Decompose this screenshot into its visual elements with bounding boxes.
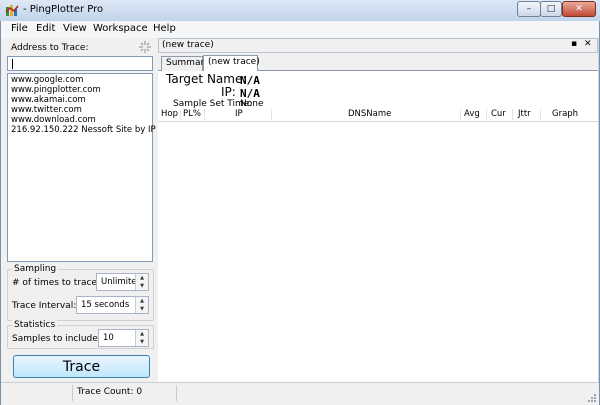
spark-icon[interactable] xyxy=(139,41,151,53)
spin-down-arrow-icon[interactable]: ▼ xyxy=(136,338,148,346)
menu-edit[interactable]: Edit xyxy=(36,23,55,34)
column-dnsname[interactable]: DNSName xyxy=(348,109,391,121)
maximize-icon: □ xyxy=(546,4,556,14)
spin-down-arrow-icon[interactable]: ▼ xyxy=(136,305,148,313)
column-jttr[interactable]: Jttr xyxy=(518,109,531,121)
minimize-icon: – xyxy=(526,4,532,14)
stepper-buttons: ▲ ▼ xyxy=(135,274,148,290)
column-divider[interactable] xyxy=(512,109,513,120)
document-title: (new trace) xyxy=(162,40,214,50)
pin-icon[interactable]: ▪ xyxy=(571,39,577,49)
spin-up-arrow-icon[interactable]: ▲ xyxy=(136,274,148,282)
sample-set-time-value: None xyxy=(240,99,264,109)
title-bar[interactable]: - PingPlotter Pro – □ ✕ xyxy=(0,0,600,21)
sampling-title: Sampling xyxy=(12,264,59,274)
address-input[interactable] xyxy=(7,56,153,71)
samples-value: 10 xyxy=(103,333,114,343)
stepper-buttons: ▲ ▼ xyxy=(135,330,148,346)
times-to-trace-stepper[interactable]: Unlimited ▲ ▼ xyxy=(96,273,149,291)
window-title: - PingPlotter Pro xyxy=(23,4,104,15)
column-avg[interactable]: Avg xyxy=(464,109,480,121)
trace-interval-value: 15 seconds xyxy=(81,300,130,310)
close-icon: ✕ xyxy=(575,4,583,14)
menu-bar: File Edit View Workspace Help xyxy=(1,21,599,39)
address-history-list[interactable]: www.google.com www.pingplotter.com www.a… xyxy=(7,73,156,262)
column-divider[interactable] xyxy=(204,109,205,120)
minimize-button[interactable]: – xyxy=(517,1,541,17)
samples-stepper[interactable]: 10 ▲ ▼ xyxy=(98,329,149,347)
trace-interval-label: Trace Interval: xyxy=(12,301,77,311)
spin-up-arrow-icon[interactable]: ▲ xyxy=(136,330,148,338)
column-divider[interactable] xyxy=(460,109,461,120)
tab-new-trace[interactable]: (new trace) xyxy=(203,55,260,71)
stepper-buttons: ▲ ▼ xyxy=(135,297,148,313)
menu-workspace[interactable]: Workspace xyxy=(93,23,148,34)
address-label: Address to Trace: xyxy=(11,43,89,53)
trace-button[interactable]: Trace xyxy=(13,355,150,378)
column-cur[interactable]: Cur xyxy=(491,109,506,121)
trace-count: Trace Count: 0 xyxy=(77,387,143,397)
text-caret xyxy=(12,59,13,69)
column-ip[interactable]: IP xyxy=(235,109,243,121)
spin-down-arrow-icon[interactable]: ▼ xyxy=(136,282,148,290)
menu-view[interactable]: View xyxy=(63,23,87,34)
list-item[interactable]: www.google.com xyxy=(11,75,83,85)
status-divider xyxy=(72,385,73,401)
list-item[interactable]: www.akamai.com xyxy=(11,95,86,105)
ip-label: IP: xyxy=(221,85,236,99)
close-icon[interactable]: ✕ xyxy=(584,39,592,49)
menu-file[interactable]: File xyxy=(11,23,28,34)
document-header: (new trace) ▪ ✕ xyxy=(158,38,598,53)
trace-interval-stepper[interactable]: 15 seconds ▲ ▼ xyxy=(76,296,149,314)
samples-label: Samples to include: xyxy=(12,334,101,344)
column-hop[interactable]: Hop xyxy=(161,109,178,121)
list-item[interactable]: 216.92.150.222 Nessoft Site by IP xyxy=(11,125,156,135)
times-to-trace-label: # of times to trace: xyxy=(12,278,100,288)
tab-summary[interactable]: Summary xyxy=(161,56,210,71)
spin-up-arrow-icon[interactable]: ▲ xyxy=(136,297,148,305)
menu-help[interactable]: Help xyxy=(153,23,176,34)
list-item[interactable]: www.pingplotter.com xyxy=(11,85,101,95)
list-item[interactable]: www.download.com xyxy=(11,115,96,125)
list-item[interactable]: www.twitter.com xyxy=(11,105,82,115)
column-divider[interactable] xyxy=(180,109,181,120)
column-graph[interactable]: Graph xyxy=(552,109,578,121)
column-divider[interactable] xyxy=(540,109,541,120)
statistics-title: Statistics xyxy=(12,320,58,330)
target-name-label: Target Name: xyxy=(166,72,247,86)
resize-grip-icon[interactable] xyxy=(586,392,596,402)
status-divider xyxy=(176,385,177,401)
close-button[interactable]: ✕ xyxy=(562,1,596,17)
column-pl-percent[interactable]: PL% xyxy=(183,109,201,121)
column-divider[interactable] xyxy=(271,109,272,120)
pingplotter-app-icon xyxy=(5,5,19,16)
maximize-button[interactable]: □ xyxy=(540,1,562,17)
column-divider[interactable] xyxy=(486,109,487,120)
target-name-value: N/A xyxy=(240,74,260,87)
